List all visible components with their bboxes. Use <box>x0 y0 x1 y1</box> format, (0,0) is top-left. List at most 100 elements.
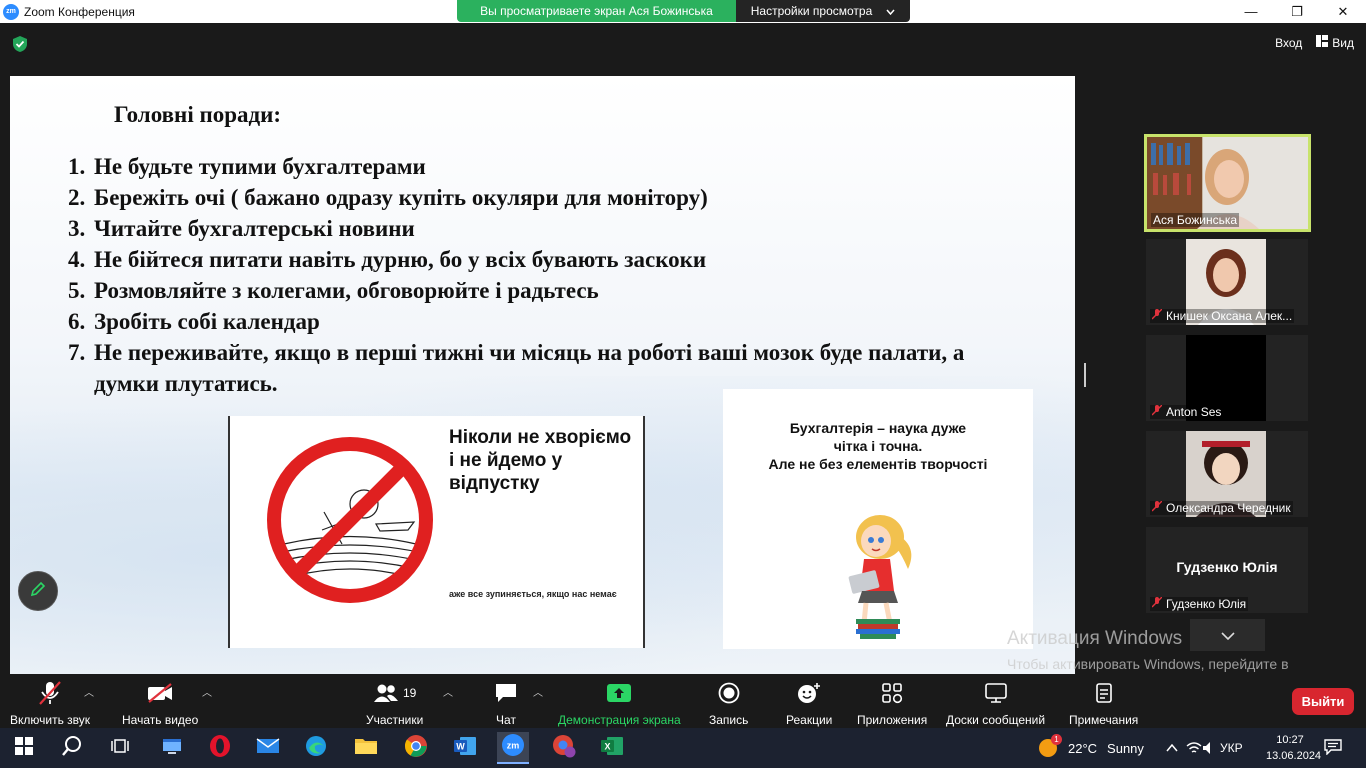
desktop-window-icon <box>160 735 184 762</box>
minimize-icon: — <box>1244 4 1258 19</box>
view-button[interactable]: Вид <box>1316 35 1354 50</box>
share-screen-icon <box>606 680 632 706</box>
top-right-controls: Вход Вид <box>1275 35 1354 50</box>
tips-list: 1. Не будьте тупими бухгалтерами 2. Бережі… <box>68 151 998 399</box>
windows-taskbar: W zm X 1 22°C Sunny УКР 10:27 13.06.2024 <box>0 728 1366 768</box>
participant-tile[interactable]: Книшек Оксана Алек... <box>1146 239 1308 325</box>
search-button[interactable] <box>56 732 88 764</box>
cartoon-accountant-icon <box>848 515 912 639</box>
participants-icon: 19 <box>373 680 416 706</box>
close-button[interactable]: ✕ <box>1320 0 1366 23</box>
reactions-button[interactable]: Реакции <box>786 680 832 727</box>
participant-name: Ася Божинська <box>1151 213 1240 227</box>
edge-icon <box>304 734 328 763</box>
notes-button[interactable]: Примечания <box>1069 680 1138 727</box>
clock-date: 13.06.2024 <box>1266 750 1322 762</box>
taskbar-clock[interactable]: 10:27 13.06.2024 <box>1266 732 1322 764</box>
close-icon: ✕ <box>1337 3 1349 19</box>
accounting-quote: Бухгалтерія – наука дуже чітка і точна. … <box>768 420 988 472</box>
share-banner: Вы просматриваете экран Ася Божинська На… <box>457 0 910 22</box>
svg-text:zm: zm <box>507 740 520 750</box>
maximize-button[interactable]: ❐ <box>1274 0 1320 23</box>
chrome-profile-icon <box>552 734 576 763</box>
notification-icon <box>1324 738 1342 758</box>
participant-tile[interactable]: Гудзенко Юлія Гудзенко Юлія <box>1146 527 1308 613</box>
tray-chevron-up-icon[interactable] <box>1166 728 1178 768</box>
language-indicator[interactable]: УКР <box>1220 728 1243 768</box>
pencil-icon <box>29 580 47 603</box>
apps-button[interactable]: Приложения <box>857 680 927 727</box>
notes-icon <box>1094 680 1114 706</box>
minimize-button[interactable]: — <box>1228 0 1274 23</box>
record-icon <box>718 680 740 706</box>
taskbar-app-word[interactable]: W <box>449 732 481 764</box>
no-vacation-text: Ніколи не хворіємо і не йдемо у відпустк… <box>449 427 632 494</box>
participants-options-caret[interactable]: ︿ <box>443 684 453 699</box>
enter-button[interactable]: Вход <box>1275 36 1302 50</box>
zoom-app-icon: zm <box>3 3 19 20</box>
participant-tile[interactable]: Anton Ses <box>1146 335 1308 421</box>
excel-icon: X <box>600 735 624 762</box>
participant-gallery: Ася Божинська Книшек Оксана Алек... Anto… <box>1144 134 1311 623</box>
shared-screen[interactable]: Головні поради: 1. Не будьте тупими бухга… <box>10 76 1075 674</box>
unmute-button[interactable]: Включить звук <box>10 680 90 727</box>
opera-icon <box>208 734 232 763</box>
window-title: Zoom Конференция <box>24 4 135 19</box>
weather-desc: Sunny <box>1107 740 1144 756</box>
chrome-icon <box>404 734 428 763</box>
share-screen-button[interactable]: Демонстрация экрана <box>558 680 681 727</box>
weather-temp: 22°C <box>1068 740 1098 756</box>
participants-button[interactable]: 19 Участники <box>366 680 423 727</box>
annotate-pencil-button[interactable] <box>18 571 58 611</box>
weather-widget[interactable]: 1 22°C Sunny <box>1038 728 1144 768</box>
view-label: Вид <box>1332 35 1354 50</box>
whiteboards-button[interactable]: Доски сообщений <box>946 680 1045 727</box>
restore-icon: ❐ <box>1291 3 1303 19</box>
audio-options-caret[interactable]: ︿ <box>84 684 94 699</box>
taskbar-app-opera[interactable] <box>204 732 236 764</box>
tip-item: 4. Не бійтеся питати навіть дурню, бо у в… <box>68 247 707 272</box>
apps-icon <box>881 680 903 706</box>
participant-tile[interactable]: Олександра Чередник <box>1146 431 1308 517</box>
viewing-screen-label: Вы просматриваете экран Ася Божинська <box>457 0 736 22</box>
tray-volume-icon[interactable] <box>1202 728 1216 768</box>
view-settings-button[interactable]: Настройки просмотра <box>736 0 910 22</box>
taskbar-app-explorer-window[interactable] <box>156 732 188 764</box>
record-button[interactable]: Запись <box>709 680 748 727</box>
tray-network-icon[interactable] <box>1186 728 1202 768</box>
chat-options-caret[interactable]: ︿ <box>533 684 543 699</box>
enter-label: Вход <box>1275 35 1303 50</box>
muted-mic-icon <box>1151 501 1163 515</box>
svg-text:W: W <box>456 741 465 751</box>
security-shield-icon[interactable] <box>12 35 28 53</box>
weather-badge: 1 <box>1051 734 1062 745</box>
taskbar-app-chrome[interactable] <box>400 732 432 764</box>
participants-count: 19 <box>402 686 417 700</box>
taskbar-app-excel[interactable]: X <box>596 732 628 764</box>
taskbar-app-file-explorer[interactable] <box>350 732 382 764</box>
taskbar-app-zoom[interactable]: zm <box>497 732 529 764</box>
chat-button[interactable]: Чат <box>494 680 518 727</box>
start-button[interactable] <box>8 732 40 764</box>
leave-button[interactable]: Выйти <box>1292 688 1354 715</box>
meeting-toolbar: Включить звук ︿ Начать видео ︿ 19 Участн… <box>0 674 1366 728</box>
zoom-icon: zm <box>501 733 525 762</box>
task-view-button[interactable] <box>104 732 136 764</box>
notifications-button[interactable] <box>1324 728 1342 768</box>
tip-item: 3. Читайте бухгалтерські новини <box>68 216 415 241</box>
participant-tile[interactable]: Ася Божинська <box>1144 134 1311 232</box>
svg-text:X: X <box>604 741 610 751</box>
muted-mic-icon <box>37 680 63 706</box>
muted-mic-icon <box>1151 309 1163 323</box>
clock-time: 10:27 <box>1276 734 1304 746</box>
participant-name: Олександра Чередник <box>1150 501 1293 515</box>
taskbar-app-edge[interactable] <box>300 732 332 764</box>
mail-icon <box>256 737 280 760</box>
video-options-caret[interactable]: ︿ <box>202 684 212 699</box>
panel-splitter-handle[interactable] <box>1084 363 1086 387</box>
start-video-button[interactable]: Начать видео <box>122 680 198 727</box>
weather-sun-icon: 1 <box>1038 734 1062 758</box>
participant-name: Книшек Оксана Алек... <box>1150 309 1295 323</box>
taskbar-app-mail[interactable] <box>252 732 284 764</box>
taskbar-app-chrome-profile[interactable] <box>548 732 580 764</box>
